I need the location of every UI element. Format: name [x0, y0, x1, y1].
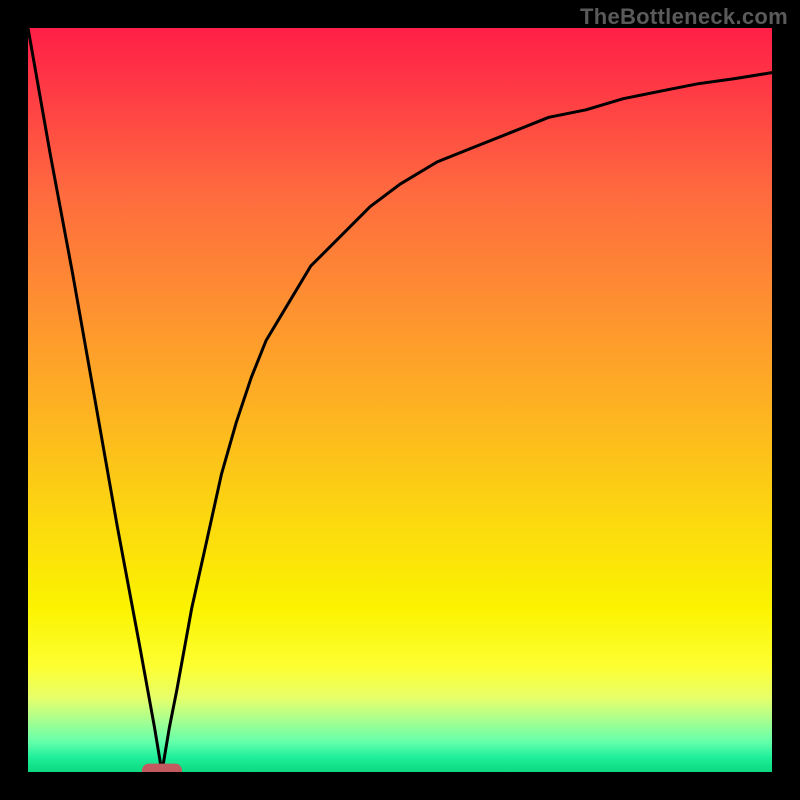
plot-area [28, 28, 772, 772]
optimum-marker [142, 764, 182, 772]
chart-frame: TheBottleneck.com [0, 0, 800, 800]
watermark-text: TheBottleneck.com [580, 4, 788, 30]
bottleneck-curve-path [28, 28, 772, 772]
curve-layer [28, 28, 772, 772]
